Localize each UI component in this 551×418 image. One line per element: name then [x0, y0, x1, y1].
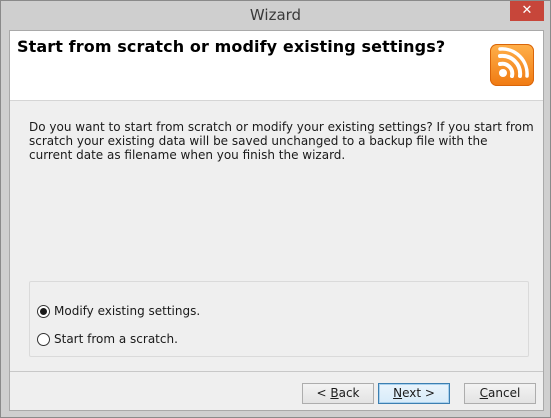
next-button-mnemonic: N: [393, 386, 403, 400]
back-button-label: ack: [338, 386, 360, 400]
wizard-client-area: Start from scratch or modify existing se…: [9, 30, 544, 411]
next-button-label: ext >: [402, 386, 435, 400]
page-title: Start from scratch or modify existing se…: [17, 37, 446, 56]
title-bar[interactable]: Wizard ✕: [1, 1, 550, 29]
wizard-window: Wizard ✕ Start from scratch or modify ex…: [0, 0, 551, 418]
cancel-button[interactable]: Cancel: [464, 383, 536, 404]
radio-label-scratch: Start from a scratch.: [54, 332, 178, 346]
back-button-mnemonic: B: [330, 386, 339, 400]
close-button[interactable]: ✕: [510, 1, 544, 21]
back-button-prefix: <: [316, 386, 331, 400]
close-icon: ✕: [521, 3, 533, 18]
rss-feed-logo-graphic: [498, 47, 529, 78]
rss-feed-logo-icon: [490, 44, 534, 86]
wizard-header: Start from scratch or modify existing se…: [10, 31, 543, 101]
footer-divider: [10, 371, 543, 372]
radio-button-modify[interactable]: [37, 305, 50, 318]
options-group: Modify existing settings. Start from a s…: [29, 281, 529, 357]
radio-label-modify: Modify existing settings.: [54, 304, 201, 318]
radio-button-scratch[interactable]: [37, 333, 50, 346]
next-button[interactable]: Next >: [378, 383, 450, 404]
description-text: Do you want to start from scratch or mod…: [29, 120, 534, 162]
cancel-button-label: ancel: [488, 386, 521, 400]
back-button[interactable]: < Back: [302, 383, 374, 404]
cancel-button-mnemonic: C: [479, 386, 489, 400]
window-title: Wizard: [249, 6, 302, 24]
